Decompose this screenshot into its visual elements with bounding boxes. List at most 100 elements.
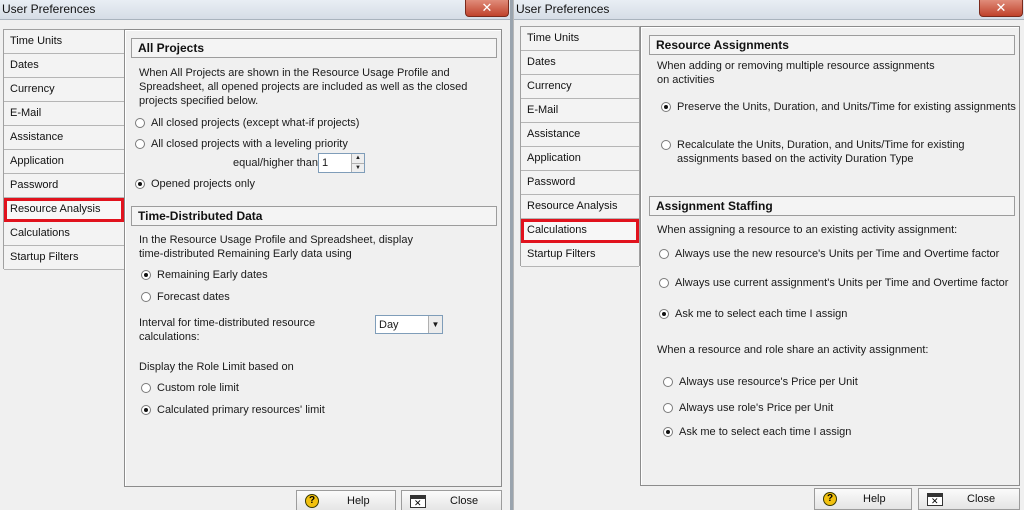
priority-value[interactable]: 1 [319, 157, 351, 169]
radio-button[interactable] [141, 383, 151, 393]
radio-custom-role-limit[interactable]: Custom role limit [141, 381, 239, 395]
radio-opened-projects-only[interactable]: Opened projects only [135, 177, 255, 191]
radio-all-closed-except-whatif[interactable]: All closed projects (except what-if proj… [135, 116, 359, 130]
radio-forecast-dates[interactable]: Forecast dates [141, 290, 230, 304]
left-close-button[interactable]: Close [401, 490, 502, 510]
chevron-down-icon[interactable]: ▼ [428, 316, 442, 333]
radio-label: Custom role limit [157, 382, 239, 394]
radio-ask-each-time-assign[interactable]: Ask me to select each time I assign [659, 307, 847, 321]
radio-label: Preserve the Units, Duration, and Units/… [677, 101, 1016, 113]
radio-button[interactable] [135, 139, 145, 149]
resource-analysis-panel: All Projects When All Projects are shown… [124, 29, 502, 487]
radio-button[interactable] [663, 377, 673, 387]
radio-label: Remaining Early dates [157, 269, 268, 281]
interval-label: Interval for time-distributed resource c… [139, 317, 316, 343]
staffing-prompt-1: When assigning a resource to an existing… [657, 224, 958, 236]
radio-button-selected[interactable] [663, 427, 673, 437]
radio-label: Forecast dates [157, 291, 230, 303]
radio-label: Always use current assignment's Units pe… [675, 277, 1009, 289]
radio-label: Ask me to select each time I assign [675, 308, 848, 320]
nav-item-application[interactable]: Application [521, 147, 639, 171]
radio-label: Opened projects only [151, 178, 255, 190]
right-close-button[interactable]: Close [918, 488, 1020, 510]
left-title-bar: User Preferences ✕ [0, 0, 510, 20]
nav-item-calculations[interactable]: Calculations [4, 222, 124, 246]
close-label: Close [967, 493, 996, 505]
radio-resource-price-per-unit[interactable]: Always use resource's Price per Unit [663, 375, 858, 389]
stepper-arrows[interactable]: ▲ ▼ [351, 154, 364, 172]
all-projects-title: All Projects [131, 38, 497, 58]
nav-item-password[interactable]: Password [4, 174, 124, 198]
nav-item-email[interactable]: E-Mail [4, 102, 124, 126]
radio-button[interactable] [135, 118, 145, 128]
role-limit-label: Display the Role Limit based on [139, 361, 294, 373]
radio-button[interactable] [141, 292, 151, 302]
radio-button-selected[interactable] [135, 179, 145, 189]
interval-value: Day [379, 318, 399, 331]
radio-calculated-primary-limit[interactable]: Calculated primary resources' limit [141, 403, 325, 417]
left-preferences-window: User Preferences ✕ Time Units Dates Curr… [0, 0, 510, 510]
nav-item-assistance[interactable]: Assistance [4, 126, 124, 150]
close-label: Close [450, 495, 479, 507]
radio-all-closed-leveling-priority[interactable]: All closed projects with a leveling prio… [135, 137, 348, 151]
all-projects-description: When All Projects are shown in the Resou… [139, 67, 468, 107]
nav-item-assistance[interactable]: Assistance [521, 123, 639, 147]
stepper-up-icon[interactable]: ▲ [352, 154, 364, 163]
radio-button-selected[interactable] [661, 102, 671, 112]
radio-button[interactable] [659, 278, 669, 288]
left-window-close-icon[interactable]: ✕ [465, 0, 509, 17]
nav-item-application[interactable]: Application [4, 150, 124, 174]
radio-label: Always use the new resource's Units per … [675, 248, 1000, 260]
radio-button-selected[interactable] [141, 405, 151, 415]
interval-dropdown[interactable]: Day ▼ [375, 315, 443, 334]
radio-button[interactable] [661, 140, 671, 150]
nav-item-dates[interactable]: Dates [4, 54, 124, 78]
radio-use-new-resource-units[interactable]: Always use the new resource's Units per … [659, 247, 999, 261]
radio-button[interactable] [659, 249, 669, 259]
resource-assignments-description: When adding or removing multiple resourc… [657, 60, 935, 86]
time-distributed-title: Time-Distributed Data [131, 206, 497, 226]
calculations-panel: Resource Assignments When adding or remo… [640, 26, 1020, 486]
nav-item-calculations[interactable]: Calculations [521, 219, 639, 243]
radio-button[interactable] [663, 403, 673, 413]
nav-item-currency[interactable]: Currency [4, 78, 124, 102]
right-help-button[interactable]: ? Help [814, 488, 912, 510]
priority-label: equal/higher than [233, 157, 319, 169]
radio-label: Calculated primary resources' limit [157, 404, 325, 416]
radio-preserve-units[interactable]: Preserve the Units, Duration, and Units/… [661, 100, 1016, 114]
nav-item-resource-analysis[interactable]: Resource Analysis [4, 198, 124, 222]
nav-item-time-units[interactable]: Time Units [4, 30, 124, 54]
nav-item-time-units[interactable]: Time Units [521, 27, 639, 51]
radio-use-current-assignment-units[interactable]: Always use current assignment's Units pe… [659, 276, 1008, 290]
nav-item-email[interactable]: E-Mail [521, 99, 639, 123]
help-label: Help [863, 493, 886, 505]
nav-item-currency[interactable]: Currency [521, 75, 639, 99]
nav-item-startup-filters[interactable]: Startup Filters [521, 243, 639, 267]
right-window-title: User Preferences [516, 2, 610, 16]
radio-button-selected[interactable] [659, 309, 669, 319]
right-window-close-icon[interactable]: ✕ [979, 0, 1023, 17]
nav-item-resource-analysis[interactable]: Resource Analysis [521, 195, 639, 219]
nav-item-password[interactable]: Password [521, 171, 639, 195]
radio-remaining-early-dates[interactable]: Remaining Early dates [141, 268, 268, 282]
nav-item-startup-filters[interactable]: Startup Filters [4, 246, 124, 270]
left-category-nav: Time Units Dates Currency E-Mail Assista… [3, 29, 125, 270]
left-window-title: User Preferences [2, 2, 96, 16]
radio-label: Always use role's Price per Unit [679, 402, 834, 414]
priority-stepper[interactable]: 1 ▲ ▼ [318, 153, 365, 173]
radio-recalculate-units[interactable]: Recalculate the Units, Duration, and Uni… [661, 138, 1001, 166]
time-distributed-description: In the Resource Usage Profile and Spread… [139, 234, 413, 260]
help-label: Help [347, 495, 370, 507]
radio-label: All closed projects (except what-if proj… [151, 117, 360, 129]
radio-button-selected[interactable] [141, 270, 151, 280]
assignment-staffing-title: Assignment Staffing [649, 196, 1015, 216]
radio-role-price-per-unit[interactable]: Always use role's Price per Unit [663, 401, 833, 415]
help-icon: ? [823, 492, 837, 506]
radio-label: All closed projects with a leveling prio… [151, 138, 348, 150]
right-preferences-window: User Preferences ✕ Time Units Dates Curr… [513, 0, 1024, 510]
nav-item-dates[interactable]: Dates [521, 51, 639, 75]
stepper-down-icon[interactable]: ▼ [352, 162, 364, 173]
radio-ask-each-time-price[interactable]: Ask me to select each time I assign [663, 425, 851, 439]
right-category-nav: Time Units Dates Currency E-Mail Assista… [520, 26, 640, 267]
left-help-button[interactable]: ? Help [296, 490, 396, 510]
